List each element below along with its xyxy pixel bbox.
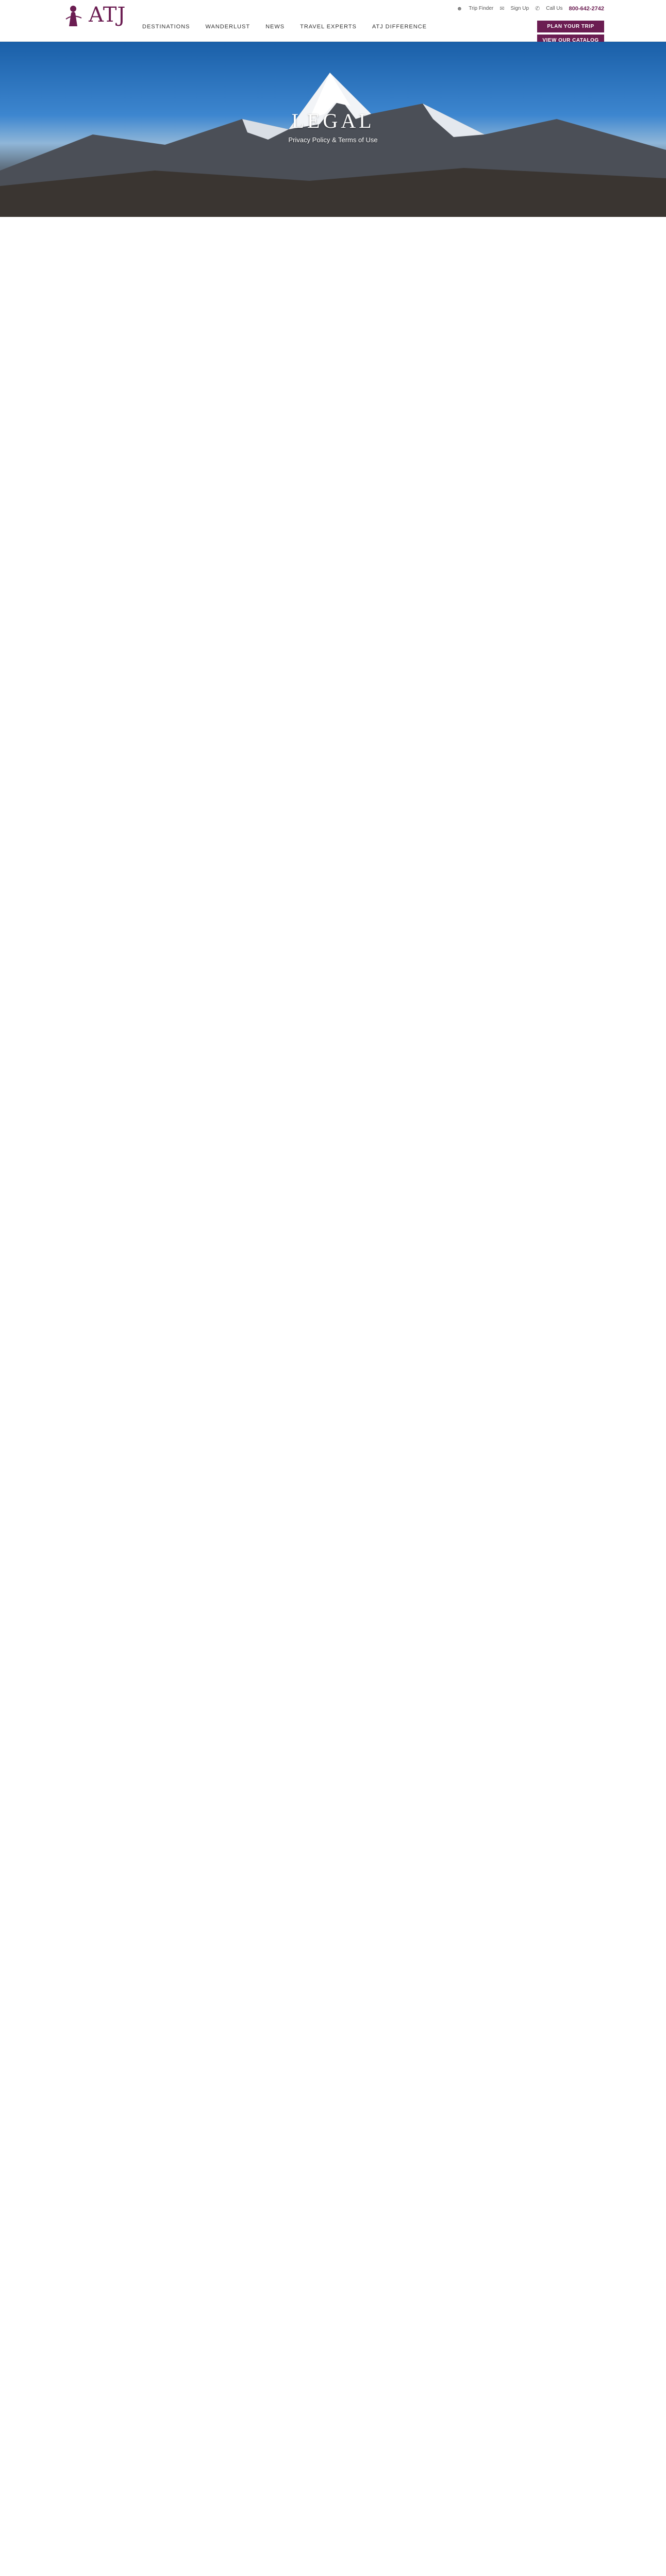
brand-name: ATJ bbox=[89, 3, 126, 27]
site-logo[interactable]: ATJ bbox=[62, 3, 126, 27]
nav-item-news[interactable]: News bbox=[265, 24, 285, 30]
mail-icon: ✉ bbox=[499, 6, 505, 12]
nav-item-travel-experts[interactable]: Travel Experts bbox=[300, 24, 357, 30]
person-silhouette-icon bbox=[65, 6, 82, 26]
plan-trip-button[interactable]: Plan Your Trip bbox=[537, 21, 604, 32]
utility-bar: ☻ Trip Finder ✉ Sign Up ✆ Call Us 800-64… bbox=[457, 5, 604, 12]
call-us-label: Call Us bbox=[546, 6, 563, 11]
user-icon: ☻ bbox=[456, 5, 463, 12]
nav-item-destinations[interactable]: Destinations bbox=[142, 24, 190, 30]
phone-icon: ✆ bbox=[535, 6, 540, 12]
site-header: ATJ ☻ Trip Finder ✉ Sign Up ✆ Call Us 80… bbox=[0, 0, 666, 46]
main-nav: Destinations Wanderlust News Travel Expe… bbox=[142, 24, 427, 30]
nav-item-wanderlust[interactable]: Wanderlust bbox=[205, 24, 250, 30]
sign-up-link[interactable]: Sign Up bbox=[510, 6, 529, 11]
nav-item-atj-difference[interactable]: ATJ Difference bbox=[372, 24, 427, 30]
page-title: Legal bbox=[291, 109, 375, 132]
trip-finder-link[interactable]: Trip Finder bbox=[469, 6, 493, 11]
hero-text: Legal Privacy Policy & Terms of Use bbox=[0, 109, 666, 144]
hero-banner: Legal Privacy Policy & Terms of Use bbox=[0, 42, 666, 217]
phone-number[interactable]: 800-642-2742 bbox=[569, 6, 604, 12]
page-subtitle: Privacy Policy & Terms of Use bbox=[288, 136, 378, 144]
